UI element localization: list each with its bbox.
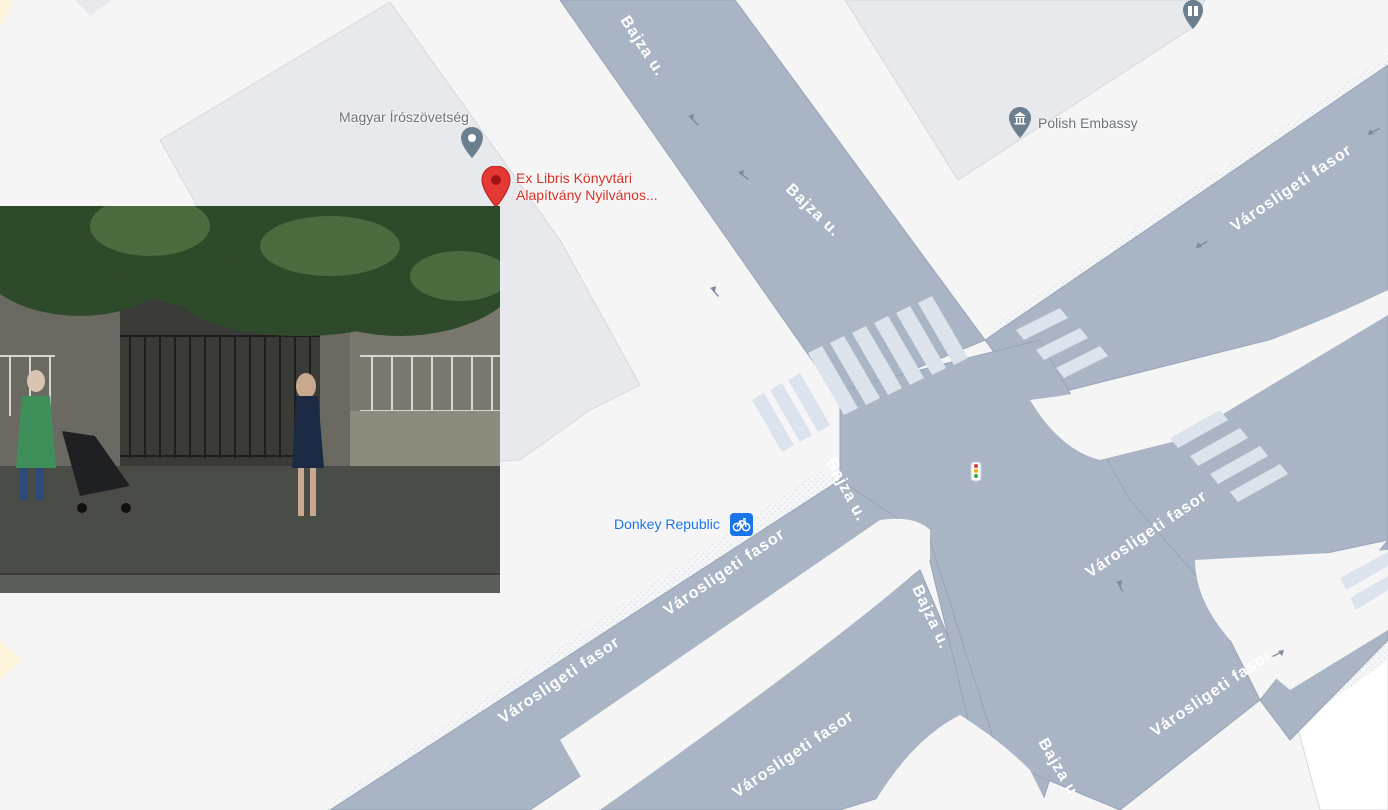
traffic-light-icon [970, 461, 982, 482]
place-label-ex-libris[interactable]: Ex Libris Könyvtári Alapítvány Nyilvános… [516, 170, 658, 204]
place-label-magyar-iroszovetseg[interactable]: Magyar Írószövetség [339, 109, 469, 126]
place-label-line: Ex Libris Könyvtári [516, 170, 632, 186]
map-canvas[interactable]: Bajza u. Bajza u. Bajza u. Bajza u. Bajz… [0, 0, 1388, 810]
library-book-icon[interactable] [1181, 0, 1205, 35]
embassy-icon[interactable] [1008, 107, 1032, 144]
bicycle-icon[interactable] [730, 513, 753, 536]
place-label-donkey-republic[interactable]: Donkey Republic [614, 516, 720, 533]
street-view-thumbnail[interactable] [0, 206, 500, 593]
place-label-polish-embassy[interactable]: Polish Embassy [1038, 115, 1138, 132]
place-pin-icon[interactable] [460, 127, 484, 164]
place-label-line: Alapítvány Nyilvános... [516, 187, 658, 203]
